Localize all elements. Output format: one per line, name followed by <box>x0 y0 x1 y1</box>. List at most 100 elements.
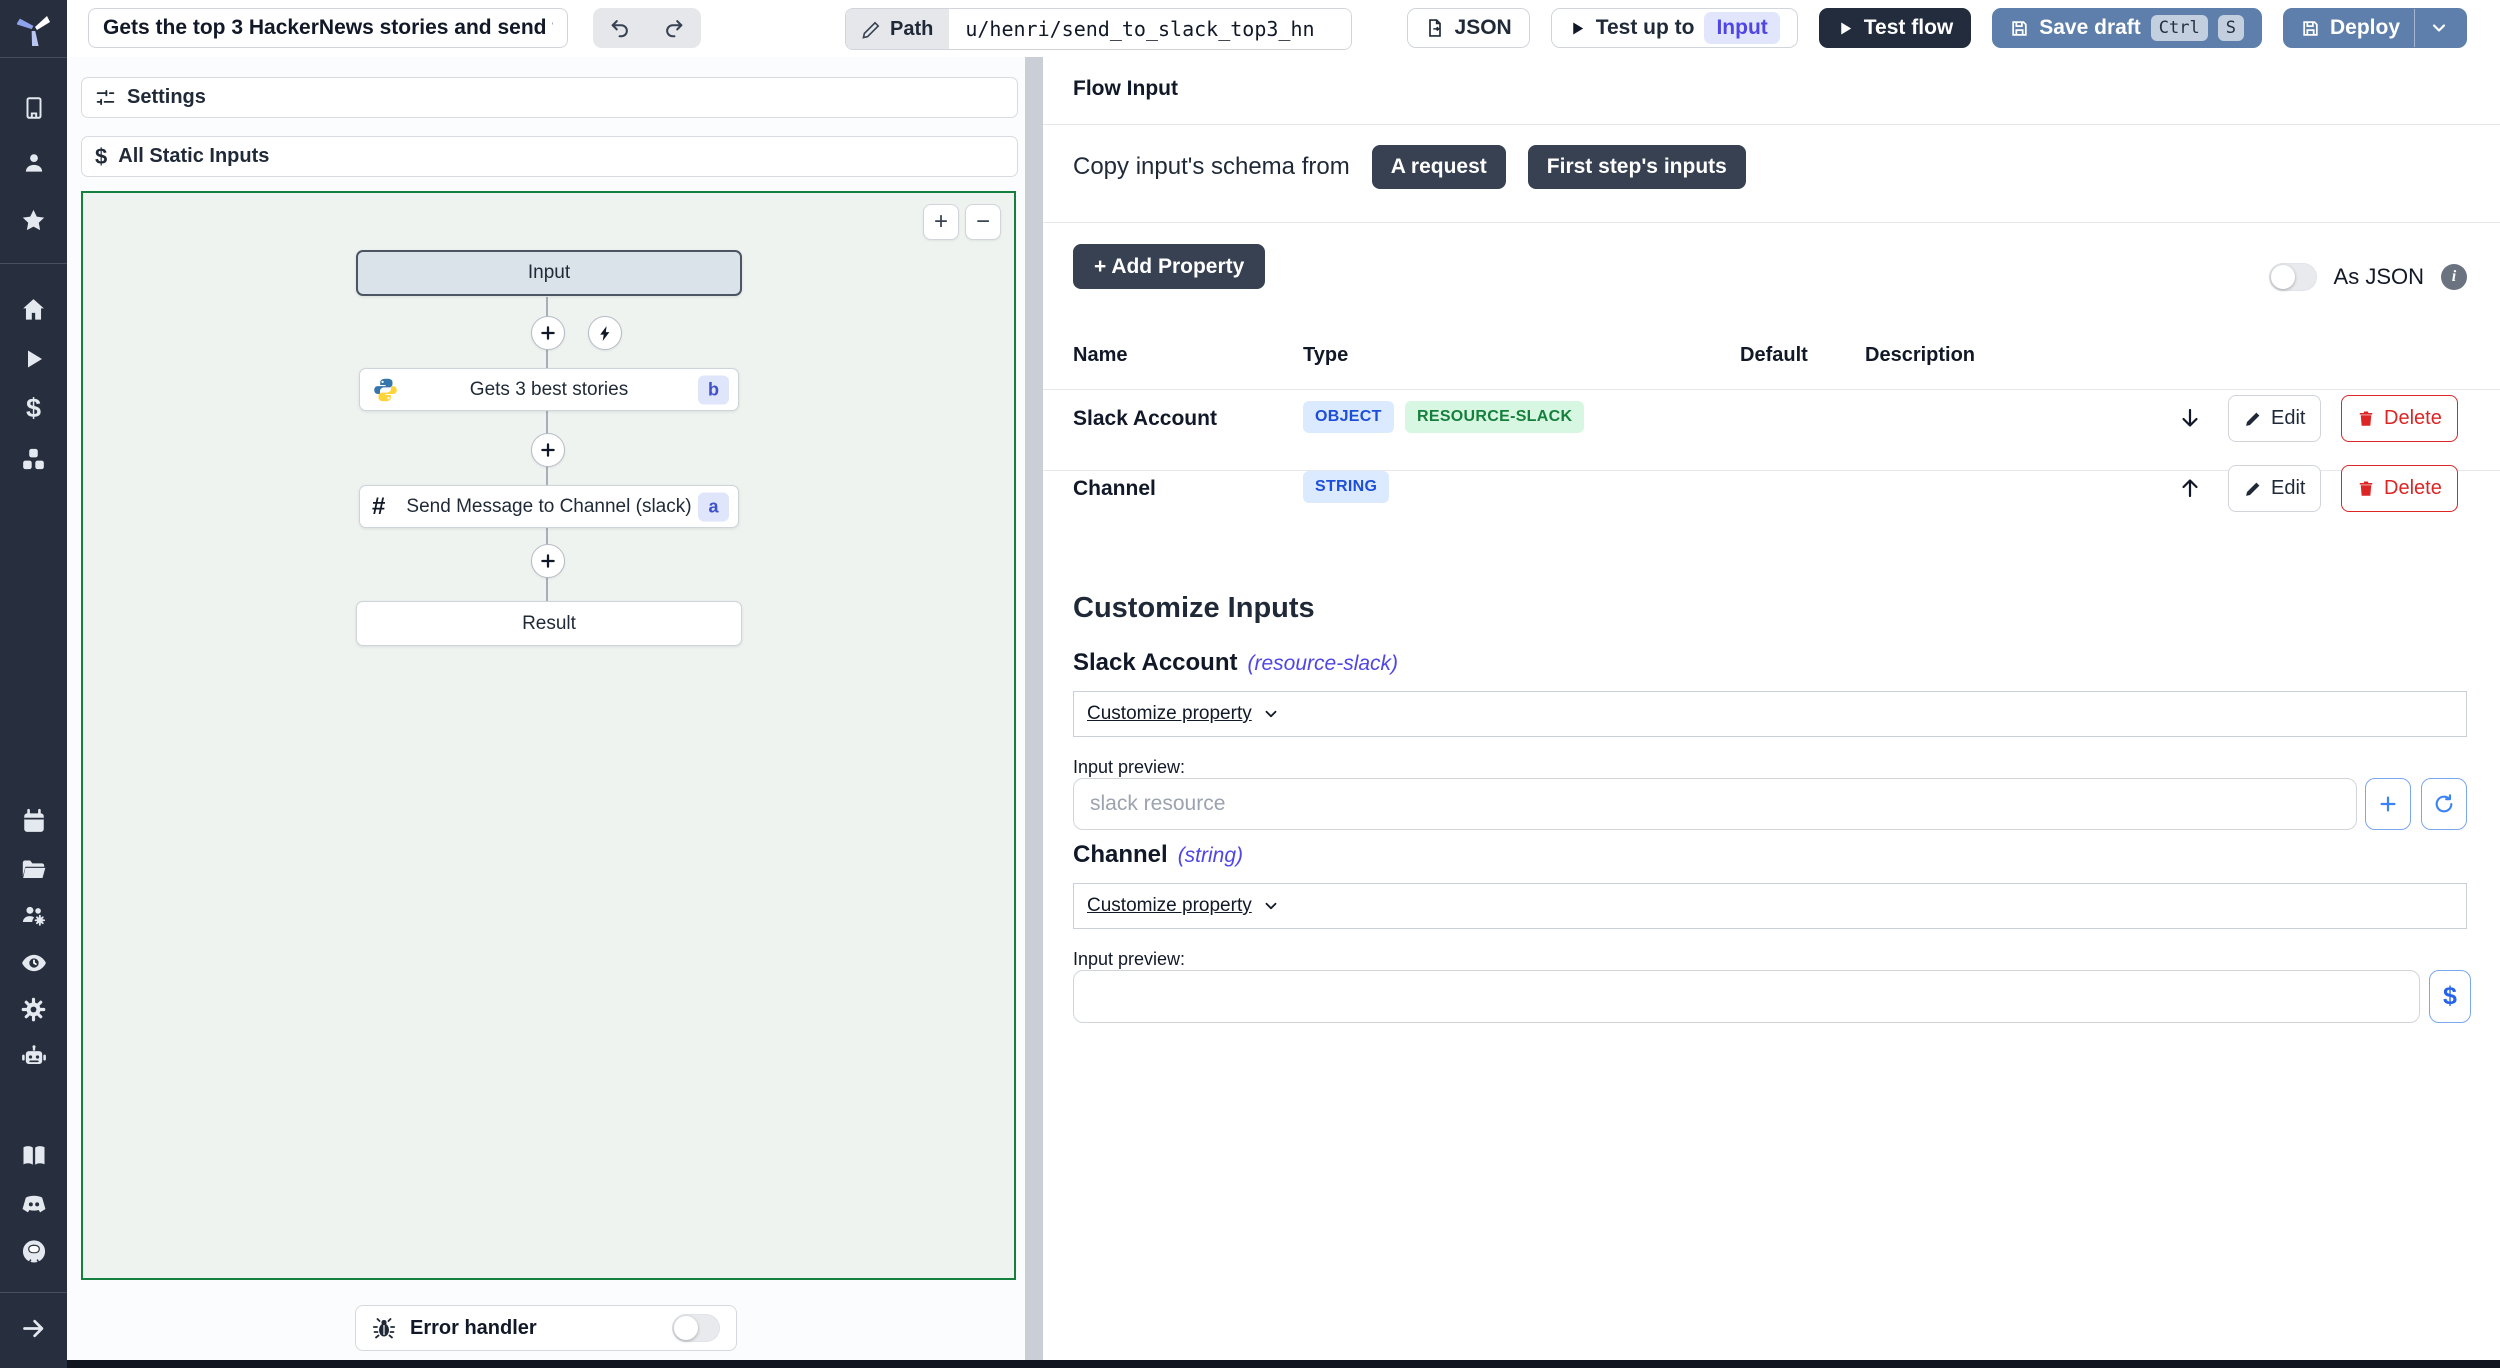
edit-property-button[interactable]: Edit <box>2228 395 2322 442</box>
settings-gear-icon[interactable] <box>0 987 67 1031</box>
customize-property-expander[interactable]: Customize property <box>1073 691 2467 737</box>
audit-eye-icon[interactable] <box>0 941 67 985</box>
topbar: Path JSON Test up to Input Test flow Sav… <box>67 0 2500 58</box>
delete-property-button[interactable]: Delete <box>2341 395 2458 442</box>
flow-summary-input[interactable] <box>88 8 568 48</box>
test-flow-button[interactable]: Test flow <box>1818 8 1972 48</box>
as-json-control: As JSON i <box>2268 263 2467 291</box>
home-icon[interactable] <box>0 287 67 331</box>
refresh-button[interactable] <box>2421 778 2467 830</box>
discord-icon[interactable] <box>0 1182 67 1226</box>
groups-gear-icon[interactable] <box>0 893 67 937</box>
connect-variable-button[interactable]: $ <box>2429 970 2471 1023</box>
windmill-flow-editor: $ Gets the top 3 HackerNews stories and … <box>0 0 2500 1368</box>
channel-preview-input[interactable] <box>1073 970 2420 1023</box>
save-icon <box>2303 20 2318 36</box>
dollar-icon: $ <box>95 143 108 169</box>
add-trigger-button[interactable] <box>588 316 622 350</box>
test-up-to-button[interactable]: Test up to Input <box>1550 8 1798 48</box>
add-resource-button[interactable] <box>2365 778 2411 830</box>
add-step-button[interactable] <box>531 433 565 467</box>
info-icon[interactable]: i <box>2441 264 2467 290</box>
flow-settings-button[interactable]: Settings <box>81 77 1018 118</box>
resources-cubes-icon[interactable] <box>0 437 67 481</box>
zoom-out-button[interactable]: − <box>965 204 1001 240</box>
customize-property-label: Customize property <box>1087 895 1252 916</box>
edit-property-button[interactable]: Edit <box>2228 465 2322 512</box>
github-icon[interactable] <box>0 1230 67 1274</box>
folders-icon[interactable] <box>0 847 67 891</box>
user-icon[interactable] <box>0 141 67 185</box>
zoom-in-button[interactable]: + <box>923 204 959 240</box>
error-handler-toggle[interactable] <box>672 1314 720 1342</box>
col-header-type: Type <box>1303 344 1349 366</box>
plus-icon <box>541 326 555 340</box>
input-preview-label: Input preview: <box>1073 949 1186 969</box>
section-title: Channel (string) <box>1073 841 1243 869</box>
chevron-down-icon[interactable] <box>2429 18 2449 38</box>
all-static-inputs-button[interactable]: $ All Static Inputs <box>81 136 1018 177</box>
variables-dollar-icon[interactable]: $ <box>0 386 67 430</box>
step-id-badge: a <box>698 492 729 521</box>
delete-property-button[interactable]: Delete <box>2341 465 2458 512</box>
add-step-button[interactable] <box>531 316 565 350</box>
slack-account-preview-input[interactable] <box>1073 778 2357 830</box>
file-icon <box>1428 19 1441 37</box>
json-button[interactable]: JSON <box>1406 8 1530 48</box>
schedules-calendar-icon[interactable] <box>0 799 67 843</box>
copy-from-request-button[interactable]: A request <box>1371 145 1506 189</box>
collapse-arrow-right-icon[interactable] <box>0 1306 67 1350</box>
chevron-down-icon <box>1265 902 1277 910</box>
test-up-to-target-chip[interactable]: Input <box>1704 12 1780 44</box>
type-badge: RESOURCE-SLACK <box>1405 401 1585 433</box>
json-button-label: JSON <box>1454 16 1512 39</box>
path-group: Path <box>845 8 1353 50</box>
flow-node-step-b[interactable]: Gets 3 best stories b <box>359 368 739 411</box>
docs-book-icon[interactable] <box>0 1134 67 1178</box>
trash-icon <box>2359 481 2373 496</box>
flow-node-input[interactable]: Input <box>356 250 742 296</box>
flow-graph-canvas[interactable]: + − Input Gets 3 best stories b # Send M… <box>81 191 1016 1280</box>
move-down-button[interactable] <box>2173 401 2207 435</box>
error-handler-label: Error handler <box>410 1316 537 1339</box>
workers-robot-icon[interactable] <box>0 1035 67 1079</box>
flow-node-result[interactable]: Result <box>356 601 742 646</box>
property-name: Channel <box>1073 477 1156 500</box>
type-badge: OBJECT <box>1303 401 1394 433</box>
move-up-button[interactable] <box>2173 471 2207 505</box>
as-json-toggle[interactable] <box>2268 263 2317 291</box>
path-chip[interactable]: Path <box>846 9 950 49</box>
all-static-inputs-label: All Static Inputs <box>118 145 270 167</box>
undo-button[interactable] <box>593 8 647 48</box>
section-name: Channel <box>1073 841 1168 868</box>
plus-icon <box>541 443 555 457</box>
section-name: Slack Account <box>1073 649 1238 676</box>
add-property-button[interactable]: + Add Property <box>1073 244 1266 289</box>
copy-from-first-step-button[interactable]: First step's inputs <box>1527 145 1746 189</box>
windmill-logo-icon[interactable] <box>0 0 67 58</box>
path-input[interactable] <box>949 9 1352 49</box>
trash-icon <box>2359 411 2373 426</box>
redo-button[interactable] <box>647 8 701 48</box>
flow-node-step-a[interactable]: # Send Message to Channel (slack) a <box>359 485 739 528</box>
customize-property-expander[interactable]: Customize property <box>1073 883 2467 929</box>
flow-settings-label: Settings <box>127 86 206 108</box>
favorites-star-icon[interactable] <box>0 198 67 242</box>
save-draft-button[interactable]: Save draft Ctrl S <box>1992 8 2262 48</box>
property-name: Slack Account <box>1073 407 1217 430</box>
sidebar-divider <box>0 263 67 264</box>
path-label: Path <box>890 17 934 40</box>
flow-node-result-label: Result <box>522 612 576 634</box>
history-group <box>593 8 701 48</box>
workspace-building-icon[interactable] <box>0 86 67 130</box>
section-title: Slack Account (resource-slack) <box>1073 649 1398 677</box>
save-draft-label: Save draft <box>2039 16 2141 39</box>
bottom-edge <box>0 1360 2500 1368</box>
edit-label: Edit <box>2271 407 2306 429</box>
deploy-button[interactable]: Deploy <box>2282 8 2467 48</box>
toggle-knob <box>674 1316 698 1340</box>
deploy-label: Deploy <box>2329 16 2400 39</box>
panel-splitter[interactable] <box>1025 57 1043 1368</box>
add-step-button[interactable] <box>531 544 565 578</box>
runs-play-icon[interactable] <box>0 337 67 381</box>
